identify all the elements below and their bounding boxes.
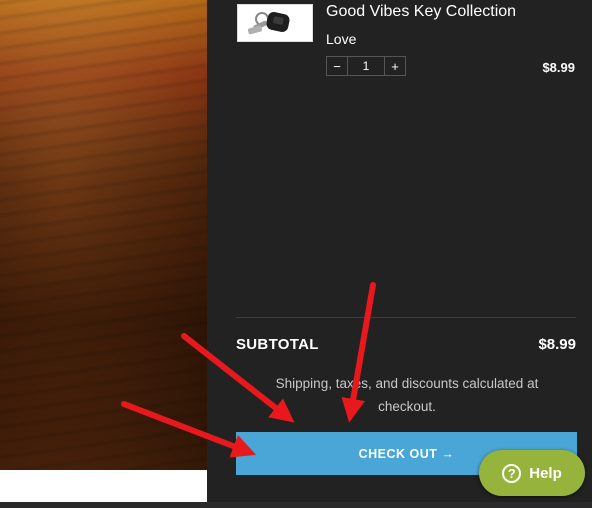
quantity-stepper: − 1 + [326,56,406,76]
bottom-strip [0,502,592,508]
help-question-icon: ? [502,463,522,483]
product-title[interactable]: Good Vibes Key Collection [326,3,516,21]
quantity-increase-button[interactable]: + [385,57,405,75]
page-white-band [0,470,207,502]
help-label: Help [529,464,562,482]
shipping-note: Shipping, taxes, and discounts calculate… [275,376,539,414]
product-variant: Love [326,31,357,47]
product-thumbnail[interactable] [237,4,313,42]
subtotal-label: SUBTOTAL [236,336,319,353]
quantity-value[interactable]: 1 [347,57,385,75]
key-product-thumbnail [238,5,312,41]
cart-drawer: Good Vibes Key Collection Love − 1 + $8.… [207,0,592,502]
quantity-decrease-button[interactable]: − [327,57,347,75]
background-wood-photo [0,0,207,470]
subtotal-value: $8.99 [538,336,576,353]
subtotal-divider [236,317,576,318]
item-price: $8.99 [542,60,575,75]
help-button[interactable]: ? Help [479,450,585,496]
